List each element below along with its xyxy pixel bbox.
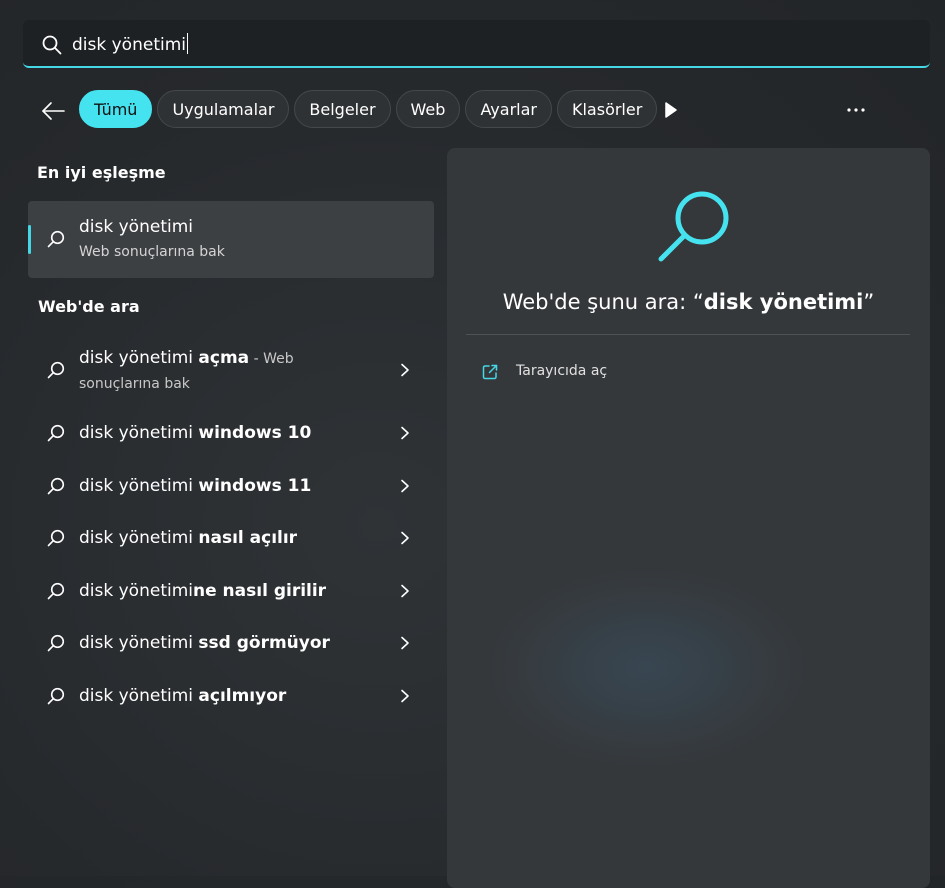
search-icon xyxy=(47,529,65,547)
tab-all[interactable]: Tümü xyxy=(79,90,153,128)
search-icon xyxy=(47,687,65,705)
background-glow xyxy=(487,568,807,768)
search-icon xyxy=(47,634,65,652)
ellipsis-icon xyxy=(847,108,865,112)
open-in-browser-link[interactable]: Tarayıcıda aç xyxy=(516,363,607,379)
chevron-right-icon xyxy=(401,636,409,650)
web-result-item[interactable]: disk yönetimi ssd görmüyor xyxy=(28,624,434,662)
tab-web[interactable]: Web xyxy=(395,90,461,128)
search-icon xyxy=(47,582,65,600)
web-result-item[interactable]: disk yönetimi nasıl açılır xyxy=(28,519,434,557)
play-icon xyxy=(665,102,677,118)
preview-title: Web'de şunu ara: “disk yönetimi” xyxy=(502,290,875,314)
text-caret xyxy=(187,33,188,54)
web-result-label: disk yönetimi nasıl açılır xyxy=(79,528,298,548)
web-result-label: disk yönetimi windows 10 xyxy=(79,423,312,443)
search-icon xyxy=(47,424,65,442)
web-result-item[interactable]: disk yönetimi windows 11 xyxy=(28,467,434,505)
web-result-label: disk yönetimi açma - Web xyxy=(79,348,294,368)
best-match-title: disk yönetimi xyxy=(79,217,193,237)
web-result-item[interactable]: disk yönetimi açma - Web sonuçlarına bak xyxy=(28,340,434,402)
search-icon xyxy=(47,230,65,248)
search-icon xyxy=(47,361,65,379)
arrow-left-icon xyxy=(42,102,65,120)
search-icon xyxy=(658,191,729,262)
search-box[interactable]: disk yönetimi xyxy=(23,20,930,68)
tab-apps[interactable]: Uygulamalar xyxy=(157,90,290,128)
chevron-right-icon xyxy=(401,426,409,440)
best-match-heading: En iyi eşleşme xyxy=(37,163,166,182)
web-result-label: disk yönetimi ssd görmüyor xyxy=(79,633,330,653)
chevron-right-icon xyxy=(401,479,409,493)
web-result-label: disk yönetimine nasıl girilir xyxy=(79,581,327,601)
filter-tabs: Tümü Uygulamalar Belgeler Web Ayarlar Kl… xyxy=(79,90,658,128)
back-button[interactable] xyxy=(38,96,68,126)
chevron-right-icon xyxy=(401,584,409,598)
chevron-right-icon xyxy=(401,689,409,703)
web-result-label: disk yönetimi windows 11 xyxy=(79,476,312,496)
tab-settings[interactable]: Ayarlar xyxy=(465,90,552,128)
chevron-right-icon xyxy=(401,531,409,545)
more-filters-button[interactable] xyxy=(660,98,682,122)
more-options-button[interactable] xyxy=(841,98,871,122)
tab-folders[interactable]: Klasörler xyxy=(556,90,658,128)
tab-documents[interactable]: Belgeler xyxy=(294,90,391,128)
chevron-right-icon xyxy=(401,363,409,377)
web-result-item[interactable]: disk yönetimine nasıl girilir xyxy=(28,572,434,610)
search-icon xyxy=(42,35,62,55)
divider xyxy=(466,334,910,335)
web-result-item[interactable]: disk yönetimi windows 10 xyxy=(28,414,434,452)
web-result-item[interactable]: disk yönetimi açılmıyor xyxy=(28,677,434,715)
selection-indicator xyxy=(28,225,31,254)
preview-pane: Web'de şunu ara: “disk yönetimi” Tarayıc… xyxy=(447,148,930,888)
search-input[interactable]: disk yönetimi xyxy=(72,33,188,55)
external-link-icon[interactable] xyxy=(481,363,499,381)
web-search-heading: Web'de ara xyxy=(38,297,140,316)
web-result-label: disk yönetimi açılmıyor xyxy=(79,686,287,706)
search-icon xyxy=(47,477,65,495)
best-match-item[interactable]: disk yönetimi Web sonuçlarına bak xyxy=(28,201,434,278)
best-match-subtitle: Web sonuçlarına bak xyxy=(79,244,225,260)
web-result-subtitle: sonuçlarına bak xyxy=(79,376,190,392)
search-query: disk yönetimi xyxy=(72,35,186,55)
